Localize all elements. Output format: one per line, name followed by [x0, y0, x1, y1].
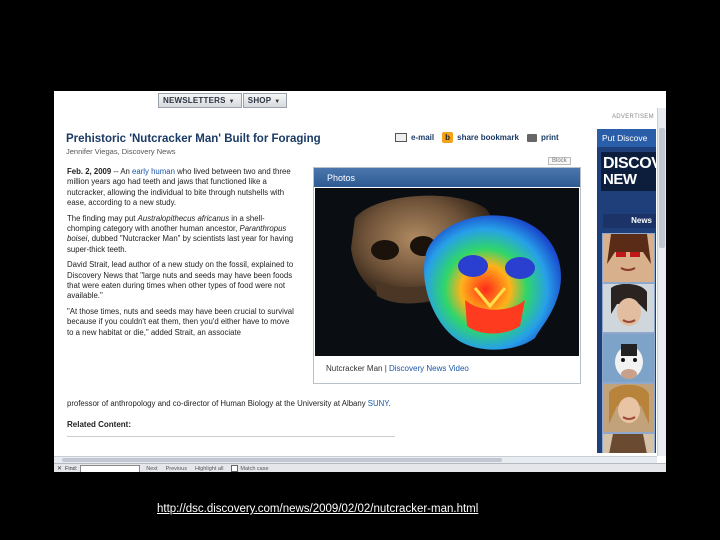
envelope-icon — [395, 133, 407, 142]
browser-screenshot: NEWSLETTERS ▼ SHOP ▼ ADVERTISEM Prehistori… — [54, 91, 666, 472]
advertisement-banner[interactable]: Put Discove DISCOVE NEW News — [597, 129, 656, 453]
discovery-news-video-link[interactable]: Discovery News Video — [389, 364, 469, 373]
paragraph-4: "At those times, nuts and seeds may have… — [67, 306, 294, 337]
photo-caption: Nutcracker Man | Discovery News Video — [326, 364, 469, 373]
text-run: . — [388, 399, 391, 408]
photos-header: Photos — [314, 168, 580, 187]
portrait-cow — [603, 334, 654, 382]
scrollbar-thumb[interactable] — [659, 128, 665, 248]
bookmark-b-icon: b — [442, 132, 454, 143]
article-body: Feb. 2, 2009 -- An early human who lived… — [67, 167, 297, 343]
paragraph-3: David Strait, lead author of a new study… — [67, 260, 294, 301]
highlight-all-button[interactable]: Highlight all — [195, 466, 223, 472]
portrait-woman-dark-hair — [603, 284, 654, 332]
vertical-scrollbar[interactable] — [657, 108, 666, 456]
ad-portrait-5 — [602, 433, 655, 453]
close-icon[interactable]: ✕ — [57, 465, 62, 472]
find-previous-button[interactable]: Previous — [166, 466, 187, 472]
newsletters-label: NEWSLETTERS — [163, 96, 226, 105]
logo-line-2: NEW — [603, 171, 637, 188]
skull-image — [315, 188, 579, 356]
shop-label: SHOP — [247, 96, 272, 105]
find-next-button[interactable]: Next — [146, 466, 157, 472]
text-run: The finding may put — [67, 213, 138, 223]
advertisement-label: ADVERTISEM — [612, 114, 654, 120]
species-name: Australopithecus africanus — [137, 213, 230, 223]
match-case-toggle[interactable]: Match case — [231, 465, 269, 472]
print-label: print — [540, 133, 559, 142]
article-byline: Jennifer Viegas, Discovery News — [66, 147, 176, 156]
text-run: -- An — [111, 167, 133, 176]
dateline: Feb. 2, 2009 — [67, 167, 112, 176]
checkbox[interactable] — [231, 465, 239, 472]
email-button[interactable]: e-mail — [395, 133, 434, 142]
portrait-woman-sunglasses — [603, 234, 654, 282]
printer-icon — [526, 133, 537, 142]
paragraph-1: Feb. 2, 2009 -- An early human who lived… — [67, 167, 297, 209]
scrollbar-thumb[interactable] — [62, 458, 502, 462]
chevron-down-icon: ▼ — [228, 99, 235, 105]
text-run: professor of anthropology and co-directo… — [67, 399, 368, 408]
logo-line-1: DISCOVE — [603, 155, 656, 172]
portrait-woman-blonde — [603, 384, 654, 432]
find-input[interactable] — [80, 464, 141, 472]
photos-widget: Photos Nutcracker Man | Discovery News V… — [313, 167, 581, 384]
share-label: share bookmark — [457, 133, 519, 142]
shop-tab[interactable]: SHOP ▼ — [242, 93, 288, 108]
early-human-link[interactable]: early human — [132, 167, 175, 176]
source-url[interactable]: http://dsc.discovery.com/news/2009/02/02… — [157, 503, 478, 515]
find-bar: ✕ Find: Next Previous Highlight all Matc… — [54, 463, 666, 472]
print-button[interactable]: print — [526, 133, 559, 142]
article-tools: e-mail b share bookmark print — [395, 132, 567, 143]
ad-portrait-1 — [602, 233, 655, 283]
suny-link[interactable]: SUNY — [368, 399, 389, 408]
skull-photo[interactable] — [315, 188, 579, 356]
related-content-heading: Related Content: — [67, 420, 131, 429]
top-nav: NEWSLETTERS ▼ SHOP ▼ — [158, 93, 288, 108]
ad-portrait-2 — [602, 283, 655, 333]
find-label: Find: — [65, 465, 78, 472]
divider — [67, 436, 395, 437]
caption-text: Nutcracker Man — [326, 364, 383, 373]
ad-news-label: News — [603, 214, 656, 228]
portrait-partial — [603, 434, 654, 453]
email-label: e-mail — [411, 133, 435, 142]
paragraph-4-continued: professor of anthropology and co-directo… — [67, 399, 391, 408]
text-run: , dubbed "Nutcracker Man" by scientists … — [67, 234, 294, 254]
share-bookmark-button[interactable]: b share bookmark — [442, 132, 519, 143]
article-title: Prehistoric 'Nutcracker Man' Built for F… — [66, 133, 321, 145]
paragraph-2: The finding may put Australopithecus afr… — [67, 214, 297, 256]
discovery-news-logo: DISCOVE NEW — [601, 152, 656, 191]
newsletters-tab[interactable]: NEWSLETTERS ▼ — [158, 93, 242, 108]
block-button[interactable]: Block — [548, 157, 571, 165]
chevron-down-icon: ▼ — [274, 99, 281, 105]
ad-portrait-4 — [602, 383, 655, 433]
ad-header: Put Discove — [597, 129, 656, 147]
match-case-label: Match case — [240, 465, 269, 472]
ad-portrait-3 — [602, 333, 655, 383]
